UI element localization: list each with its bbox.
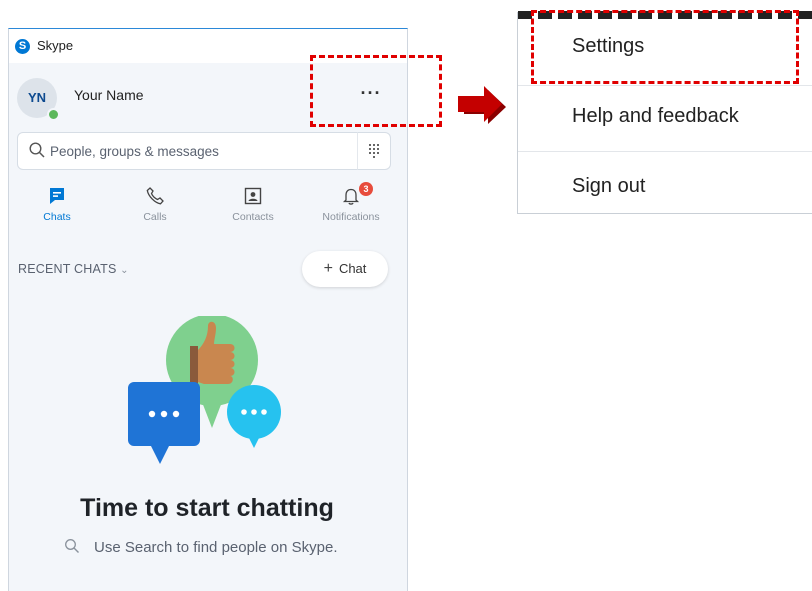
search-icon <box>29 142 45 158</box>
tab-contacts-label: Contacts <box>232 211 274 223</box>
bell-icon <box>342 188 360 205</box>
tab-contacts[interactable]: Contacts <box>208 186 298 232</box>
contacts-icon <box>244 187 262 205</box>
arrow-right-icon <box>458 86 506 124</box>
menu-divider <box>518 151 812 152</box>
empty-state-subtitle: Use Search to find people on Skype. <box>65 536 354 559</box>
presence-indicator <box>47 108 60 121</box>
tab-chats-label: Chats <box>43 211 71 223</box>
menu-item-sign-out[interactable]: Sign out <box>518 157 812 217</box>
recent-chats-filter[interactable]: RECENT CHATS ⌄ <box>18 262 129 276</box>
more-button-highlight <box>310 55 442 127</box>
menu-item-sign-out-label: Sign out <box>572 175 646 197</box>
search-box[interactable] <box>17 132 359 170</box>
recent-chats-label: RECENT CHATS <box>18 262 117 276</box>
chat-icon <box>50 188 64 204</box>
empty-state-illustration <box>128 316 281 464</box>
new-chat-label: Chat <box>338 261 367 276</box>
profile-name[interactable]: Your Name <box>74 87 144 103</box>
menu-divider <box>518 85 812 86</box>
window-title: Skype <box>37 38 74 53</box>
search-icon <box>65 539 79 553</box>
empty-state-subtitle-text: Use Search to find people on Skype. <box>94 539 338 556</box>
phone-icon <box>146 187 164 205</box>
settings-highlight <box>531 10 799 84</box>
tab-chats[interactable]: Chats <box>12 186 102 232</box>
tab-calls-label: Calls <box>143 211 167 223</box>
new-chat-button[interactable]: + Chat <box>302 251 388 287</box>
dial-pad-button[interactable] <box>357 132 391 170</box>
empty-state-title: Time to start chatting <box>80 494 334 522</box>
menu-item-help-feedback[interactable]: Help and feedback <box>518 87 812 147</box>
tab-notifications[interactable]: 3 Notifications <box>306 182 396 232</box>
search-input[interactable] <box>50 133 350 169</box>
dialpad-icon <box>369 144 379 158</box>
menu-item-help-feedback-label: Help and feedback <box>572 105 739 127</box>
chevron-down-icon: ⌄ <box>120 265 129 276</box>
plus-icon: + <box>323 260 333 277</box>
tab-calls[interactable]: Calls <box>110 186 200 232</box>
notification-badge: 3 <box>359 182 373 196</box>
skype-logo-icon: S <box>15 39 30 54</box>
tab-notifications-label: Notifications <box>322 211 380 223</box>
avatar[interactable]: YN <box>17 78 60 121</box>
